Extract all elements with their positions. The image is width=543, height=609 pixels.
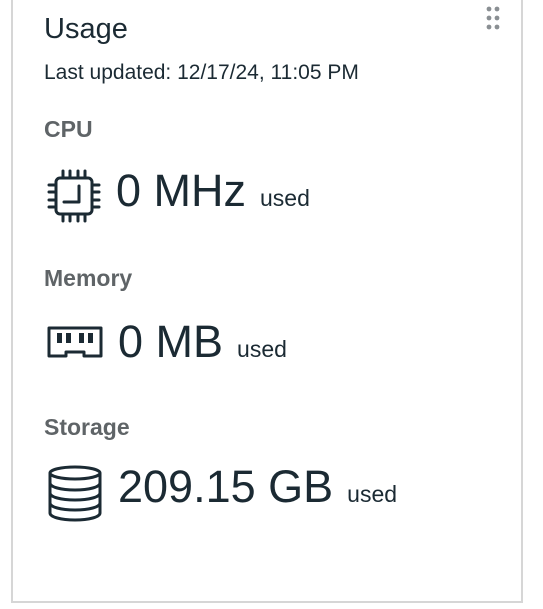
memory-icon <box>47 326 103 357</box>
storage-value: 209.15 GB <box>118 461 334 512</box>
cpu-label: CPU <box>44 116 93 142</box>
cpu-icon <box>47 169 101 223</box>
storage-label: Storage <box>44 414 130 440</box>
cpu-usage: 0 MHz used <box>46 168 310 224</box>
memory-label: Memory <box>44 265 133 291</box>
storage-unit: used <box>347 481 398 507</box>
cpu-value: 0 MHz <box>116 165 247 216</box>
last-updated-text: Last updated: 12/17/24, 11:05 PM <box>44 61 359 84</box>
storage-usage: 209.15 GB used <box>46 464 397 522</box>
memory-unit: used <box>237 336 287 362</box>
storage-icon <box>48 465 102 522</box>
card-title: Usage <box>44 13 128 45</box>
memory-value: 0 MB <box>118 316 224 367</box>
drag-handle-icon[interactable] <box>485 5 501 31</box>
cpu-unit: used <box>260 185 310 211</box>
usage-card: Usage Last updated: 12/17/24, 11:05 PM C… <box>11 0 523 603</box>
memory-usage: 0 MB used <box>46 319 287 364</box>
